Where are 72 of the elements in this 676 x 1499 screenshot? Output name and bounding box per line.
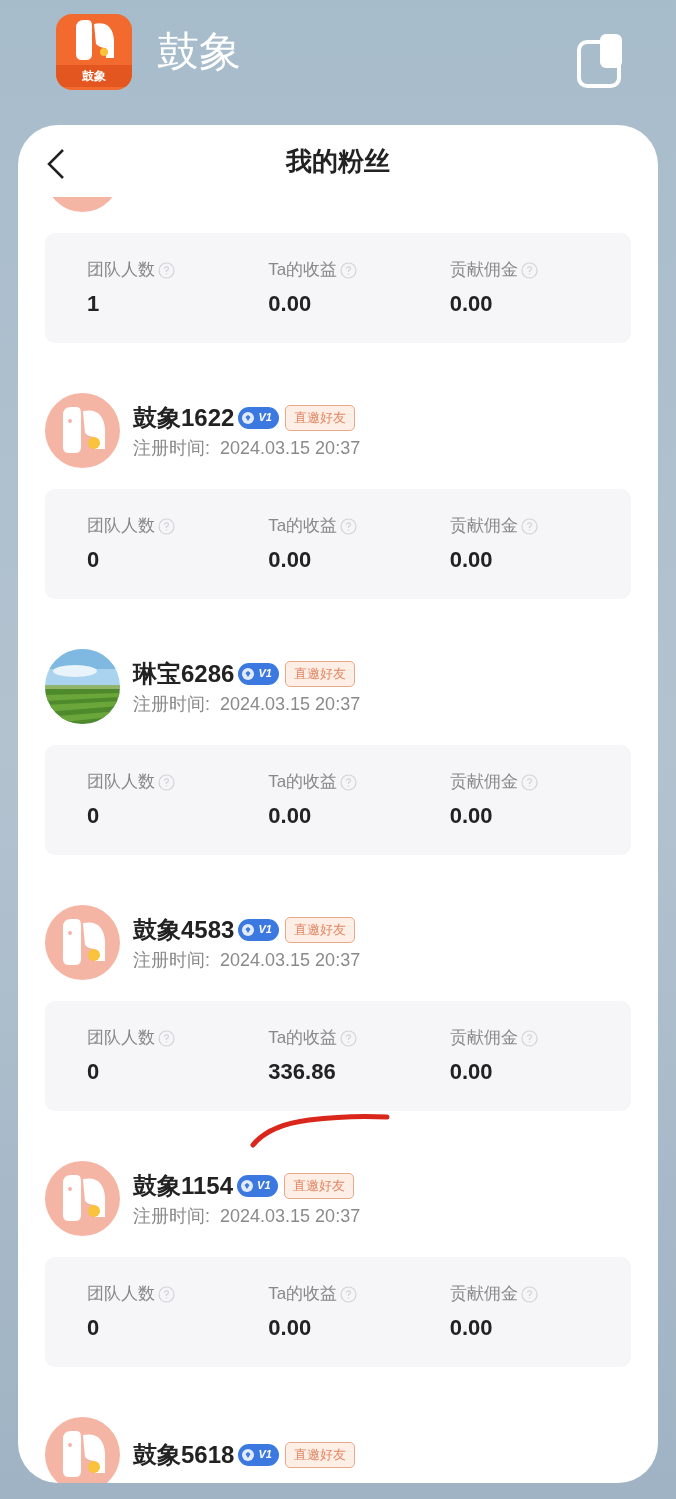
fan-name: 鼓象4583: [133, 914, 235, 945]
stat-label: 贡献佣金: [449, 515, 518, 537]
stat-label: 团队人数: [87, 259, 155, 281]
stat-value: 0.00: [268, 803, 313, 829]
stat-label: 贡献佣金: [449, 1283, 518, 1305]
help-icon[interactable]: [520, 1029, 538, 1047]
stat-value: 0.00: [449, 547, 494, 573]
stat-value: 0: [87, 1315, 101, 1341]
stat-value: 0.00: [268, 1315, 313, 1341]
register-time-label: 注册时间:: [133, 948, 210, 972]
stat-label: Ta的收益: [268, 515, 338, 537]
help-icon[interactable]: [520, 1285, 538, 1303]
stat-value: 0.00: [449, 1315, 494, 1341]
invite-tag: 直邀好友: [284, 1441, 355, 1468]
level-badge: V1: [238, 1443, 279, 1466]
stat-value: 0: [87, 1059, 101, 1085]
help-icon[interactable]: [340, 1285, 358, 1303]
stat-label: Ta的收益: [268, 259, 338, 281]
stat-value: 0: [87, 547, 101, 573]
help-icon[interactable]: [158, 1285, 175, 1303]
stat-label: 团队人数: [87, 515, 155, 537]
stat-value: 0.00: [268, 547, 313, 573]
stat-label: 团队人数: [87, 1283, 155, 1305]
level-badge: V1: [238, 662, 279, 685]
fan-name: 鼓象1154: [133, 1170, 234, 1201]
invite-tag: 直邀好友: [284, 916, 355, 943]
help-icon[interactable]: [340, 773, 358, 791]
fan-name: 鼓象5618: [133, 1439, 235, 1470]
stat-label: 团队人数: [87, 1027, 155, 1049]
stat-label: 团队人数: [87, 771, 155, 793]
invite-tag: 直邀好友: [284, 404, 355, 431]
register-time-label: 注册时间:: [133, 1204, 210, 1228]
window-title: 我的粉丝: [286, 144, 390, 178]
fan-name: 琳宝6286: [133, 658, 235, 689]
help-icon[interactable]: [158, 1029, 175, 1047]
stat-label: Ta的收益: [268, 771, 338, 793]
help-icon[interactable]: [520, 773, 538, 791]
stat-label: 贡献佣金: [449, 259, 518, 281]
help-icon[interactable]: [520, 261, 538, 279]
stat-value: 336.86: [268, 1059, 337, 1085]
register-time: 2024.03.15 20:37: [220, 948, 361, 972]
help-icon[interactable]: [340, 1029, 358, 1047]
help-icon[interactable]: [340, 517, 358, 535]
register-time: 2024.03.15 20:37: [220, 436, 361, 460]
stat-label: 贡献佣金: [449, 1027, 518, 1049]
stat-value: 0.00: [449, 1059, 494, 1085]
stat-value: 0.00: [268, 291, 313, 317]
help-icon[interactable]: [520, 517, 538, 535]
app-title: 鼓象: [157, 27, 241, 77]
invite-tag: 直邀好友: [284, 660, 355, 687]
stat-value: 0.00: [449, 291, 494, 317]
help-icon[interactable]: [158, 773, 175, 791]
app-icon-label: 鼓象: [56, 65, 132, 87]
stat-label: 贡献佣金: [449, 771, 518, 793]
register-time-label: 注册时间:: [133, 436, 210, 460]
register-time: 2024.03.15 20:37: [220, 1204, 361, 1228]
register-time: 2024.03.15 20:37: [220, 692, 361, 716]
help-icon[interactable]: [340, 261, 358, 279]
stat-value: 0: [87, 803, 101, 829]
stat-label: Ta的收益: [268, 1283, 338, 1305]
level-badge: V1: [238, 406, 279, 429]
help-icon[interactable]: [158, 517, 175, 535]
back-icon[interactable]: [46, 148, 66, 180]
level-badge: V1: [237, 1174, 278, 1197]
stat-value: 0.00: [449, 803, 494, 829]
register-time-label: 注册时间:: [133, 692, 210, 716]
fan-name: 鼓象1622: [133, 402, 235, 433]
invite-tag: 直邀好友: [283, 1172, 354, 1199]
help-icon[interactable]: [158, 261, 175, 279]
stat-value: 1: [87, 291, 101, 317]
stat-label: Ta的收益: [268, 1027, 338, 1049]
level-badge: V1: [238, 918, 279, 941]
